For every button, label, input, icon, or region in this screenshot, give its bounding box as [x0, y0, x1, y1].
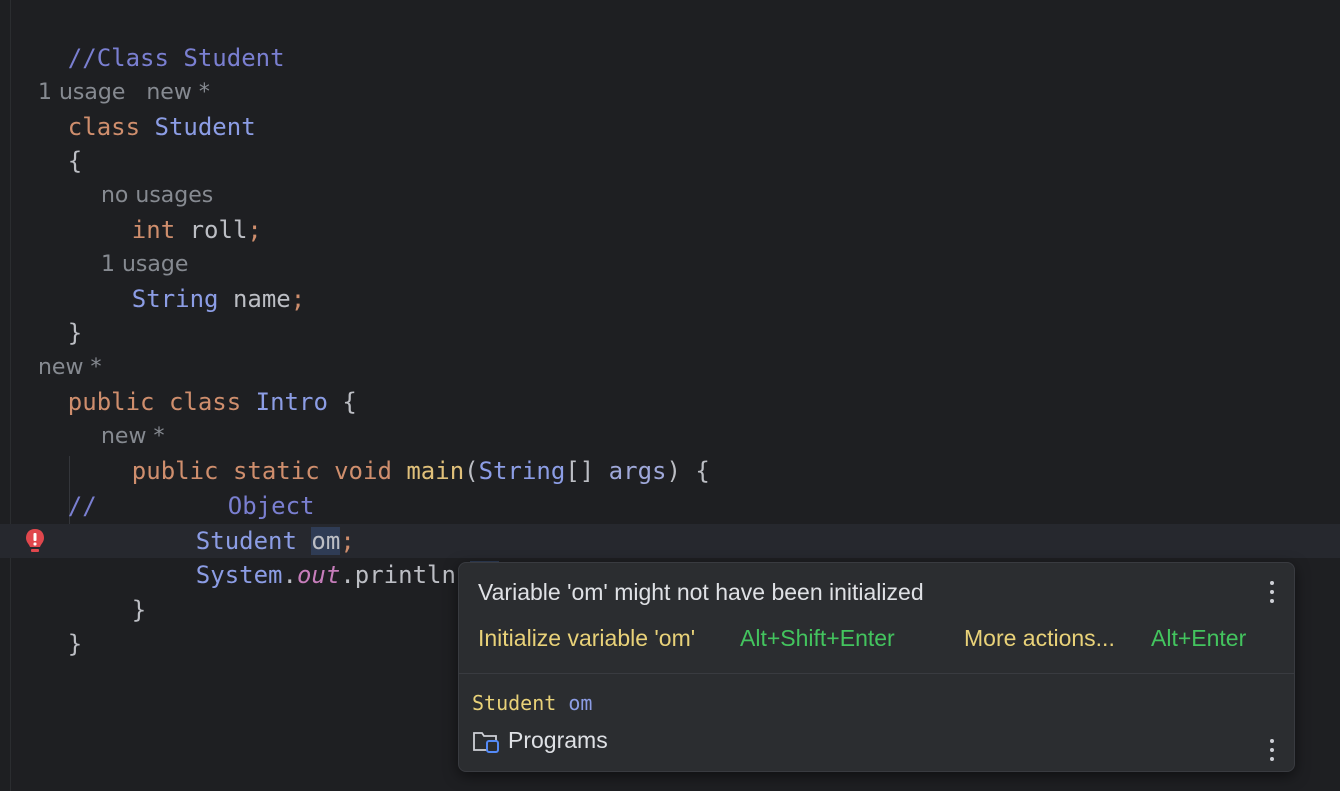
class-name: Intro — [255, 388, 328, 416]
initialize-variable-shortcut: Alt+Shift+Enter — [740, 625, 895, 652]
divider — [459, 673, 1294, 674]
parameter-name: args — [608, 457, 667, 485]
code-line-9[interactable]: } — [10, 282, 82, 347]
method-name: main — [406, 457, 465, 485]
code-line-16[interactable]: System.out.println(om.name); — [138, 524, 600, 589]
method-name: println — [354, 561, 456, 589]
error-bulb-icon[interactable] — [24, 528, 46, 556]
code-line-13[interactable]: public static void main(String[] args) { — [74, 420, 710, 485]
inlay-hint-row: 1 usage — [73, 214, 188, 277]
field-name: name — [232, 285, 291, 313]
keyword: void — [334, 457, 392, 485]
brace: { — [342, 388, 357, 416]
declaration-var: om — [568, 691, 593, 715]
comment: // — [67, 492, 97, 520]
code-line-6[interactable]: int roll; — [74, 179, 262, 244]
code-line-15[interactable]: Student om; — [138, 490, 355, 555]
code-line-18[interactable]: } — [10, 593, 82, 658]
brace: } — [67, 630, 83, 658]
inlay-hint-row: no usages — [73, 145, 213, 208]
inlay-hint-row: 1 usage new * — [10, 42, 210, 105]
field-name: roll — [189, 216, 248, 244]
code-line-3[interactable]: class Student — [10, 76, 256, 141]
shortcut-label: Alt+Shift+Enter — [740, 625, 895, 651]
kebab-menu-icon[interactable] — [1269, 739, 1275, 765]
error-message: Variable 'om' might not have been initia… — [478, 579, 924, 605]
error-popup: Variable 'om' might not have been initia… — [458, 562, 1295, 772]
initialize-variable-action[interactable]: Initialize variable 'om' — [478, 625, 695, 652]
more-actions-action[interactable]: More actions... — [964, 625, 1115, 652]
type-name: String — [478, 457, 566, 485]
code-line-14-comment[interactable]: Object — [170, 455, 315, 520]
code-line-4[interactable]: { — [10, 110, 82, 175]
declaration-info: Student om — [472, 691, 592, 715]
code-line-17[interactable]: } — [74, 559, 146, 624]
declaration-type: Student — [472, 691, 557, 715]
module-link[interactable]: Programs — [472, 727, 608, 754]
action-label: Initialize variable 'om' — [478, 625, 696, 651]
code-line-8[interactable]: String name; — [74, 248, 305, 313]
array-brackets: [] — [565, 457, 595, 485]
inlay-hint-row: new * — [10, 317, 101, 380]
shortcut-label: Alt+Enter — [1151, 625, 1247, 651]
class-name: Student — [154, 113, 256, 141]
tail: ) { — [666, 457, 710, 485]
kebab-menu-icon[interactable] — [1269, 581, 1275, 607]
more-actions-shortcut: Alt+Enter — [1151, 625, 1246, 652]
code-line-14[interactable]: // — [10, 455, 97, 520]
code-line-1[interactable]: //Class Student — [10, 7, 285, 72]
class-name: System — [195, 561, 283, 589]
folder-module-icon — [473, 731, 499, 753]
brace: } — [131, 596, 147, 624]
static-field: out — [296, 561, 341, 589]
module-name: Programs — [508, 727, 608, 753]
code-line-11[interactable]: public class Intro { — [10, 351, 357, 416]
type-name: String — [131, 285, 219, 313]
action-label: More actions... — [964, 625, 1115, 651]
keyword: class — [168, 388, 242, 416]
inlay-hint-row: new * — [73, 386, 164, 449]
